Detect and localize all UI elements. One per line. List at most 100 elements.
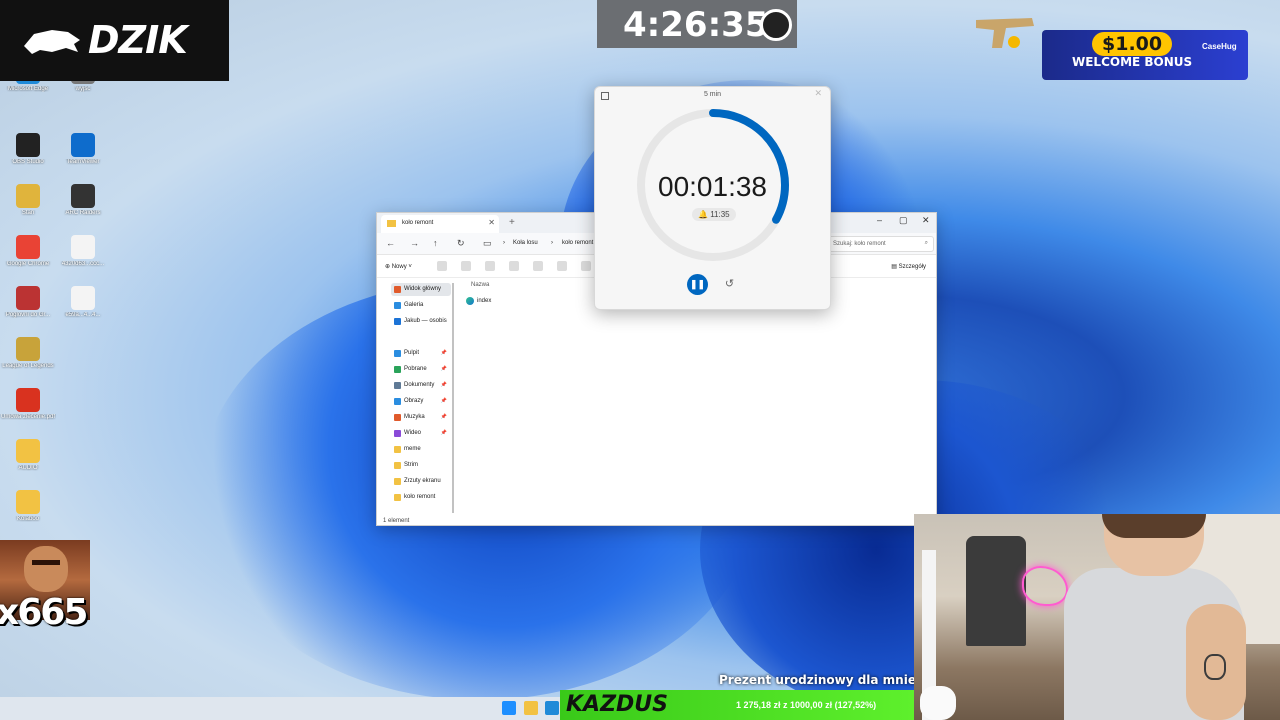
bonus-label: WELCOME BONUS xyxy=(1072,55,1193,69)
sidebar-item[interactable]: meme xyxy=(391,443,451,456)
goal-name: KAZDUS xyxy=(566,692,668,717)
sidebar-item[interactable]: Zrzuty ekranu xyxy=(391,475,451,488)
sidebar-item-label: koło remont xyxy=(404,494,436,500)
reset-button[interactable]: ↺ xyxy=(721,276,738,293)
sidebar-item[interactable]: Muzyka 📌 xyxy=(391,411,451,424)
up-button[interactable]: ↑ xyxy=(433,238,438,248)
timer-name: 5 min xyxy=(703,91,722,98)
desktop-icon-label: Umowa zlecenie.pdf xyxy=(0,414,56,420)
app-icon xyxy=(71,133,95,157)
copy-icon[interactable] xyxy=(461,261,471,271)
explorer-taskbar-icon[interactable] xyxy=(524,701,538,715)
donation-goal-title: Prezent urodzinowy dla mnie xyxy=(719,673,916,687)
maximize-button[interactable]: ▢ xyxy=(899,215,908,226)
sidebar-item[interactable]: Strim xyxy=(391,459,451,472)
chair xyxy=(966,536,1026,646)
sidebar-item[interactable]: Dokumenty 📌 xyxy=(391,379,451,392)
pin-icon: 📌 xyxy=(440,398,447,404)
monitor-icon: ▭ xyxy=(483,238,492,248)
desktop-icon-label: League of Legends xyxy=(2,363,54,369)
minimize-button[interactable]: – xyxy=(877,215,882,225)
bonus-amount: $1.00 xyxy=(1092,32,1173,56)
sidebar-item-label: Pulpit xyxy=(404,350,420,356)
pause-button[interactable]: ❚❚ xyxy=(687,274,708,295)
start-icon[interactable] xyxy=(502,701,516,715)
sidebar-item-label: Wideo xyxy=(404,430,422,436)
sidebar-item-icon xyxy=(394,478,401,485)
sidebar-item-icon xyxy=(394,414,401,421)
desktop-icon[interactable]: OBS Studio xyxy=(0,133,56,165)
sidebar-scrollbar[interactable] xyxy=(452,283,454,513)
close-window-button[interactable]: ✕ xyxy=(922,215,930,226)
sidebar-item[interactable]: Pobrane 📌 xyxy=(391,363,451,376)
close-button[interactable]: ✕ xyxy=(814,88,822,99)
breadcrumb-item[interactable]: koło remont xyxy=(562,240,593,246)
sidebar-item[interactable]: Widok główny xyxy=(391,283,451,296)
app-icon xyxy=(16,184,40,208)
desktop-icon[interactable]: League of Legends xyxy=(0,337,56,369)
search-icon: ⌕ xyxy=(924,240,928,246)
back-button[interactable]: ← xyxy=(386,238,395,248)
folder-icon xyxy=(387,220,396,227)
desktop-icon[interactable]: Poglovni do Gr... xyxy=(0,286,56,318)
sidebar-item[interactable]: Jakub — osobis xyxy=(391,315,451,328)
cut-icon[interactable] xyxy=(437,261,447,271)
refresh-button[interactable]: ↻ xyxy=(457,238,465,249)
desktop-icon-label: OBS Studio xyxy=(12,159,44,165)
close-tab-icon[interactable]: ✕ xyxy=(488,218,495,227)
breadcrumb-item[interactable]: Koła losu xyxy=(513,240,538,246)
edge-taskbar-icon[interactable] xyxy=(545,701,559,715)
sidebar-item-icon xyxy=(394,318,401,325)
new-button[interactable]: ⊕ Nowy ˅ xyxy=(385,263,412,270)
desktop-icon-label: Google Chrome xyxy=(6,261,50,267)
share-icon[interactable] xyxy=(533,261,543,271)
app-icon xyxy=(16,388,40,412)
boar-icon xyxy=(24,30,80,54)
end-time-text: 11:35 xyxy=(710,210,730,219)
search-input[interactable]: Szukaj: koło remont ⌕ xyxy=(827,236,934,252)
desktop-icon-label: ARC Raiders xyxy=(65,210,101,216)
delete-icon[interactable] xyxy=(557,261,567,271)
stream-uptime: 4:26:35 xyxy=(597,0,797,48)
new-tab-button[interactable]: + xyxy=(509,217,515,228)
app-icon xyxy=(16,439,40,463)
app-icon xyxy=(71,184,95,208)
timer-end-time: 🔔 11:35 xyxy=(692,208,736,221)
pin-icon: 📌 xyxy=(440,414,447,420)
app-icon xyxy=(16,337,40,361)
column-header-name[interactable]: Nazwa xyxy=(471,282,489,288)
tab-kolo-remont[interactable]: koło remont ✕ xyxy=(381,215,499,233)
sidebar-item[interactable]: Wideo 📌 xyxy=(391,427,451,440)
sort-icon[interactable] xyxy=(581,261,591,271)
sidebar-item[interactable]: Obrazy 📌 xyxy=(391,395,451,408)
desktop-icon[interactable]: AUDIO xyxy=(0,439,56,471)
app-icon xyxy=(16,235,40,259)
sidebar-item-label: Zrzuty ekranu xyxy=(404,478,441,484)
bonus-brand: CaseHug xyxy=(1202,42,1237,51)
sidebar-item[interactable]: Pulpit 📌 xyxy=(391,347,451,360)
logo-text: DZIK xyxy=(88,18,188,62)
desktop-icon[interactable]: TeamViewer xyxy=(55,133,111,165)
desktop-icon[interactable]: e59a...4...4... xyxy=(55,286,111,318)
emote-face xyxy=(24,546,68,592)
desktop-icon[interactable]: Umowa zlecenie.pdf xyxy=(0,388,56,420)
desktop-icon[interactable]: Google Chrome xyxy=(0,235,56,267)
tattoo xyxy=(1204,654,1226,680)
forward-button[interactable]: → xyxy=(410,238,419,248)
sidebar-item-icon xyxy=(394,382,401,389)
desktop-icon-label: Kolaboo xyxy=(16,516,40,522)
neon-sign xyxy=(1022,566,1068,606)
stopwatch-icon xyxy=(760,9,792,41)
webcam-feed xyxy=(914,514,1280,720)
sidebar-item-label: Widok główny xyxy=(404,286,442,292)
desktop-icon[interactable]: Stan xyxy=(0,184,56,216)
details-button[interactable]: ▤ Szczegóły xyxy=(891,263,926,270)
desktop-icon[interactable]: Kolaboo xyxy=(0,490,56,522)
desktop-icon[interactable]: ARC Raiders xyxy=(55,184,111,216)
sidebar-item[interactable]: Galeria xyxy=(391,299,451,312)
paste-icon[interactable] xyxy=(485,261,495,271)
sidebar-item[interactable]: koło remont xyxy=(391,491,451,504)
desktop-icon[interactable]: 4320d63...ccc... xyxy=(55,235,111,267)
rename-icon[interactable] xyxy=(509,261,519,271)
donation-goal-bar: KAZDUS 1 275,18 zł z 1000,00 zł (127,52%… xyxy=(560,690,914,720)
